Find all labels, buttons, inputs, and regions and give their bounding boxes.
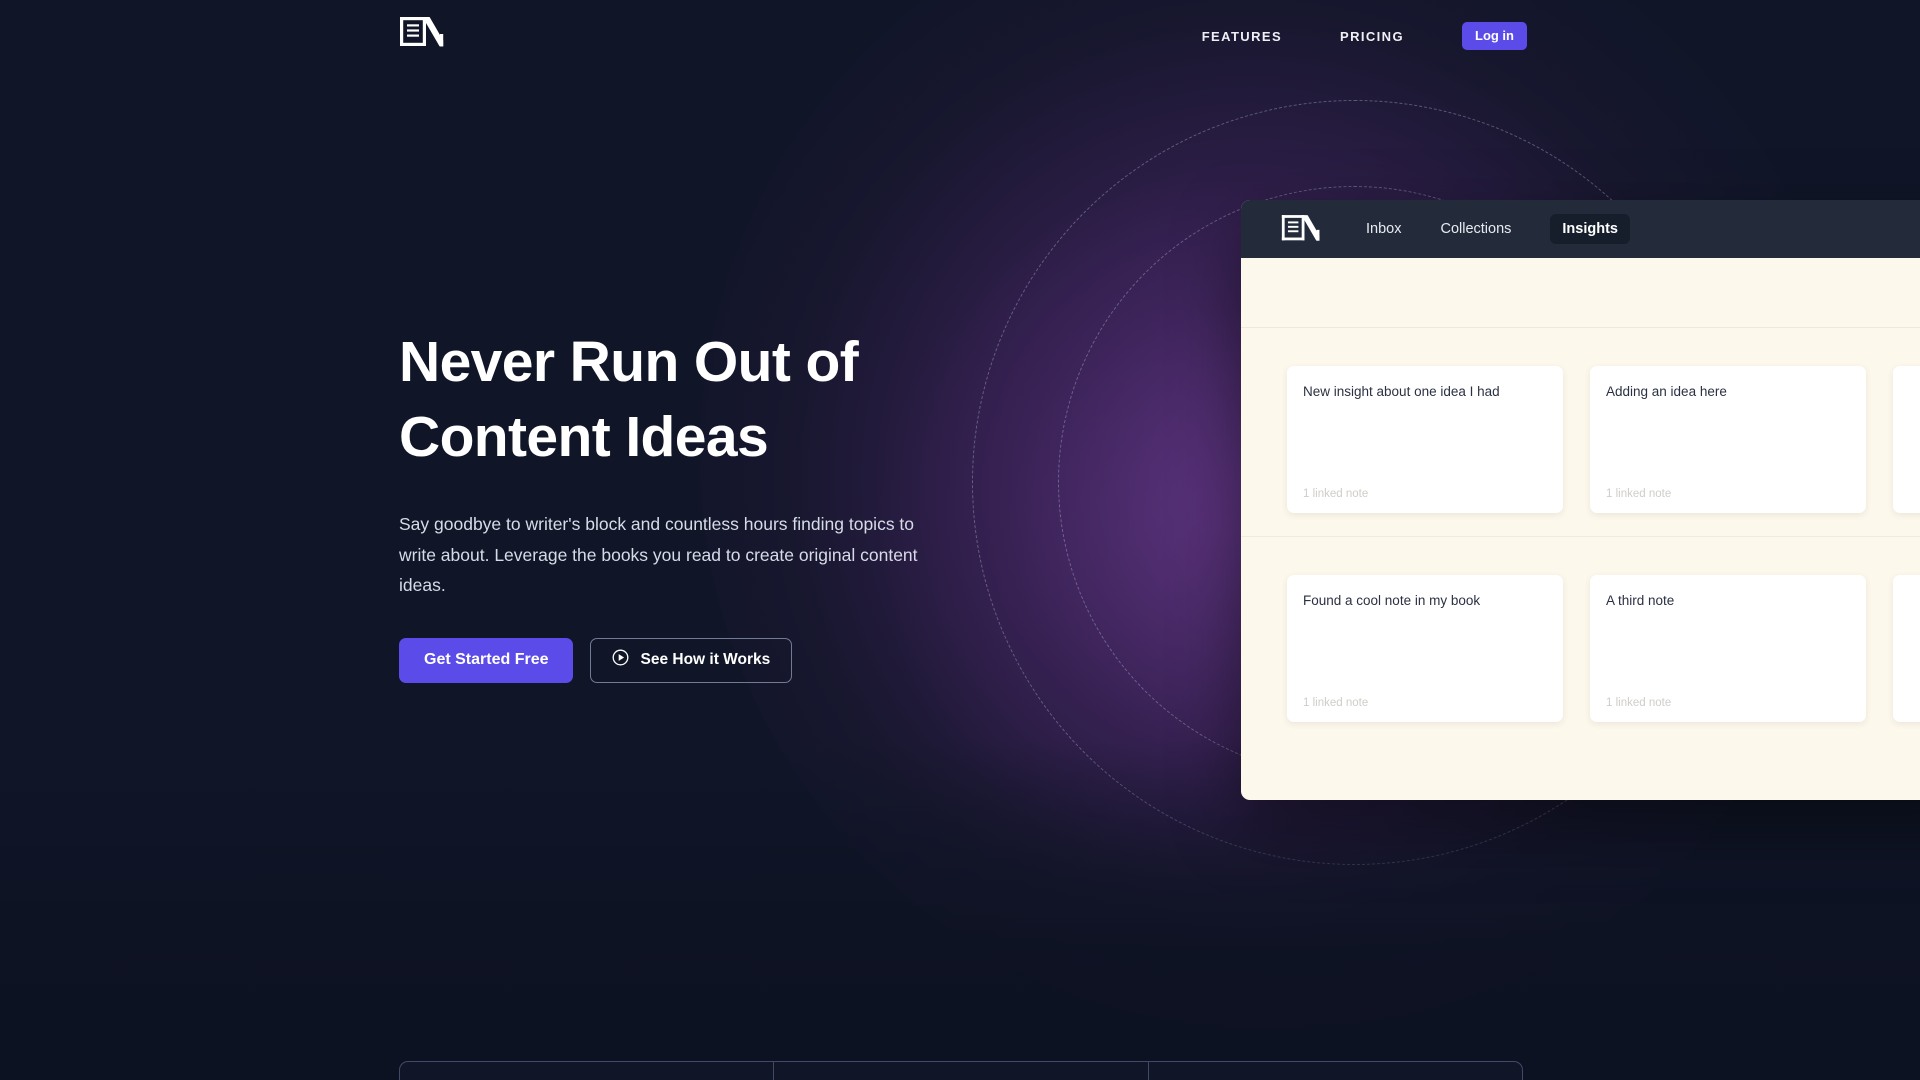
app-tab-collections[interactable]: Collections (1440, 221, 1511, 237)
app-content-header-band (1241, 258, 1920, 328)
ten-logo-icon (1281, 215, 1320, 241)
insights-cards-area: New insight about one idea I had 1 linke… (1241, 328, 1920, 722)
note-card-linked-count: 1 linked note (1303, 697, 1369, 709)
app-tab-insights[interactable]: Insights (1550, 214, 1630, 244)
note-card-title: New insight about one idea I had (1303, 384, 1500, 399)
note-card[interactable]: New insight about one idea I had 1 linke… (1287, 366, 1563, 513)
note-card[interactable] (1893, 575, 1920, 722)
top-navigation-links: FEATURES PRICING Log in (1202, 0, 1920, 72)
headline-line-1: Never Run Out of (399, 330, 859, 394)
see-how-it-works-button[interactable]: See How it Works (590, 637, 793, 683)
hero-section: Never Run Out of Content Ideas Say goodb… (399, 325, 979, 683)
ten-logo-icon (400, 17, 444, 47)
hero-description: Say goodbye to writer's block and countl… (399, 514, 918, 595)
app-tab-inbox[interactable]: Inbox (1366, 221, 1401, 237)
note-card[interactable] (1893, 366, 1920, 513)
note-card-title: Adding an idea here (1606, 384, 1727, 399)
get-started-free-button[interactable]: Get Started Free (399, 637, 574, 683)
note-card-linked-count: 1 linked note (1303, 488, 1369, 500)
note-card[interactable]: Found a cool note in my book 1 linked no… (1287, 575, 1563, 722)
landing-page: FEATURES PRICING Log in Never Run Out of… (0, 0, 1920, 1080)
note-card-linked-count: 1 linked note (1606, 697, 1672, 709)
insights-card-row-1: New insight about one idea I had 1 linke… (1241, 348, 1920, 513)
hero-cta-row: Get Started Free See How it Works (399, 637, 979, 683)
page-title: Never Run Out of Content Ideas (399, 325, 979, 475)
play-circle-icon (612, 649, 629, 671)
app-preview-panel: Inbox Collections Insights New insight a… (1241, 200, 1920, 800)
feature-cell-1[interactable] (400, 1062, 775, 1080)
nav-link-features[interactable]: FEATURES (1202, 29, 1282, 44)
note-card-linked-count: 1 linked note (1606, 488, 1672, 500)
site-logo[interactable] (399, 16, 445, 55)
note-card-title: A third note (1606, 593, 1675, 608)
app-top-navigation: Inbox Collections Insights (1241, 200, 1920, 258)
see-how-it-works-label: See How it Works (640, 651, 771, 669)
feature-cell-3[interactable] (1149, 1062, 1522, 1080)
app-logo[interactable] (1281, 214, 1321, 244)
feature-strip (399, 1061, 1523, 1080)
note-card-title: Found a cool note in my book (1303, 593, 1481, 608)
note-card[interactable]: A third note 1 linked note (1590, 575, 1866, 722)
login-button[interactable]: Log in (1462, 22, 1527, 50)
insights-card-row-2: Found a cool note in my book 1 linked no… (1241, 536, 1920, 722)
headline-line-2: Content Ideas (399, 405, 769, 470)
feature-cell-2[interactable] (774, 1062, 1149, 1080)
note-card[interactable]: Adding an idea here 1 linked note (1590, 366, 1866, 513)
nav-link-pricing[interactable]: PRICING (1340, 29, 1404, 44)
top-navigation-bar: FEATURES PRICING Log in (0, 0, 1920, 72)
